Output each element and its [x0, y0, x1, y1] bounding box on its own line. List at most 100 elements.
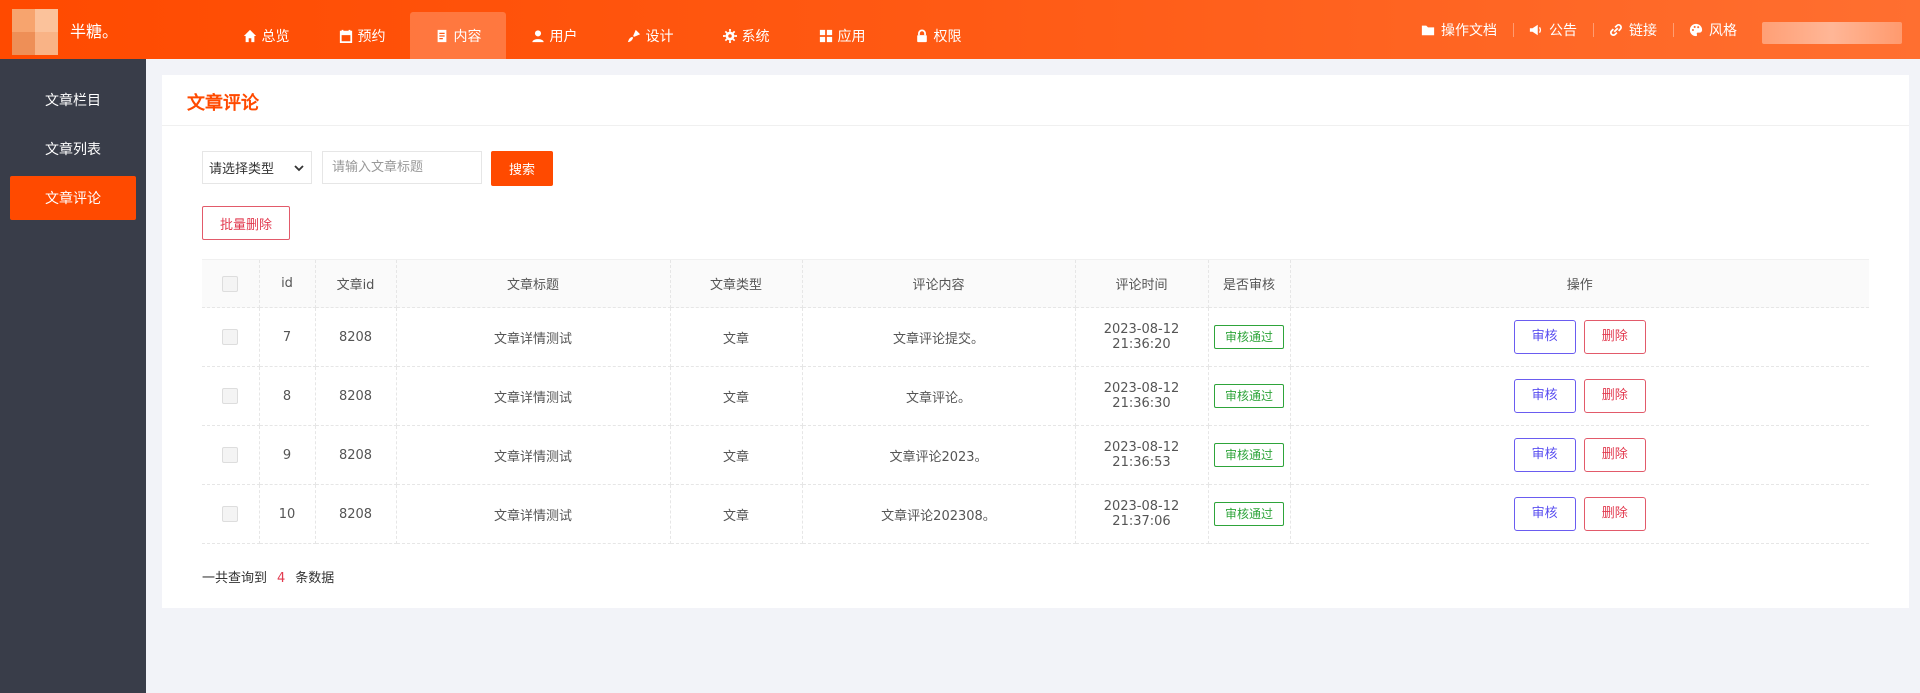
sidebar-item-label: 文章列表: [45, 142, 101, 158]
cell-content: 文章评论提交。: [802, 307, 1076, 367]
nav-item-content[interactable]: 内容: [410, 12, 506, 59]
announcement-label: 公告: [1549, 22, 1577, 39]
status-badge: 审核通过: [1213, 325, 1284, 349]
search-button[interactable]: 搜索: [491, 151, 553, 186]
sidebar-item-article-list[interactable]: 文章列表: [10, 127, 136, 171]
status-badge: 审核通过: [1213, 502, 1284, 526]
nav-label: 设计: [645, 28, 674, 45]
row-select-cell: [202, 307, 260, 367]
delete-button[interactable]: 删除: [1583, 320, 1646, 354]
style-link[interactable]: 风格: [1673, 20, 1753, 40]
delete-button[interactable]: 删除: [1583, 379, 1646, 413]
nav-item-booking[interactable]: 预约: [314, 12, 410, 59]
column-header: 文章标题: [396, 259, 671, 308]
select-all-cell: [202, 259, 260, 308]
table-header-row: id 文章id 文章标题 文章类型 评论内容 评论时间 是否审核 操作: [202, 259, 1869, 308]
calendar-icon: [339, 29, 352, 43]
docs-label: 操作文档: [1441, 22, 1497, 39]
lock-icon: [916, 29, 927, 42]
type-select[interactable]: 请选择类型: [202, 151, 312, 184]
links-link[interactable]: 链接: [1593, 20, 1673, 40]
cell-id: 10: [259, 484, 316, 544]
sidebar-item-label: 文章评论: [45, 191, 101, 207]
nav-label: 权限: [933, 28, 962, 45]
cell-actions: 审核 删除: [1290, 307, 1869, 367]
cell-title: 文章详情测试: [396, 366, 671, 426]
nav-item-user[interactable]: 用户: [506, 12, 602, 59]
batch-delete-button[interactable]: 批量删除: [202, 206, 290, 240]
cell-content: 文章评论2023。: [802, 425, 1076, 485]
home-icon: [243, 29, 256, 42]
comments-table: id 文章id 文章标题 文章类型 评论内容 评论时间 是否审核 操作 7 82…: [202, 259, 1869, 544]
review-button[interactable]: 审核: [1513, 438, 1576, 472]
column-header: 文章类型: [670, 259, 803, 308]
sidebar-item-article-comments[interactable]: 文章评论: [10, 176, 136, 220]
cell-time: 2023-08-12 21:36:53: [1075, 425, 1209, 485]
table-row: 9 8208 文章详情测试 文章 文章评论2023。 2023-08-12 21…: [202, 425, 1869, 485]
cell-status: 审核通过: [1208, 484, 1291, 544]
cell-status: 审核通过: [1208, 307, 1291, 367]
review-button[interactable]: 审核: [1513, 379, 1576, 413]
nav-item-overview[interactable]: 总览: [218, 12, 314, 59]
cell-status: 审核通过: [1208, 425, 1291, 485]
cell-type: 文章: [670, 366, 803, 426]
nav-label: 应用: [837, 28, 866, 45]
cell-title: 文章详情测试: [396, 484, 671, 544]
type-select-value: 请选择类型: [209, 162, 275, 177]
cell-id: 8: [259, 366, 316, 426]
review-button[interactable]: 审核: [1513, 497, 1576, 531]
cell-content: 文章评论202308。: [802, 484, 1076, 544]
brand-name: 半糖。: [70, 22, 119, 41]
column-header: 操作: [1290, 259, 1869, 308]
sidebar-item-article-columns[interactable]: 文章栏目: [10, 78, 136, 122]
document-icon: [437, 29, 446, 42]
sidebar: 文章栏目 文章列表 文章评论: [0, 59, 146, 693]
top-bar: 半糖。 总览 预约 内容 用户 设计 系统 应用 权限 操作文档 公告 链接 风…: [0, 0, 1920, 59]
row-checkbox[interactable]: [222, 506, 239, 522]
announcement-link[interactable]: 公告: [1513, 20, 1593, 40]
cell-title: 文章详情测试: [396, 425, 671, 485]
docs-link[interactable]: 操作文档: [1405, 20, 1513, 40]
column-header: 文章id: [315, 259, 397, 308]
cell-actions: 审核 删除: [1290, 425, 1869, 485]
search-input[interactable]: [322, 151, 482, 184]
cell-article-id: 8208: [315, 484, 397, 544]
logo[interactable]: [12, 9, 58, 55]
megaphone-icon: [1529, 24, 1542, 35]
gear-icon: [722, 28, 737, 43]
row-checkbox[interactable]: [222, 329, 239, 345]
user-icon: [531, 29, 544, 42]
row-checkbox[interactable]: [222, 447, 239, 463]
cell-article-id: 8208: [315, 366, 397, 426]
nav-label: 总览: [261, 28, 290, 45]
nav-item-system[interactable]: 系统: [698, 12, 794, 59]
column-header: 评论时间: [1075, 259, 1209, 308]
cell-type: 文章: [670, 484, 803, 544]
link-icon: [1610, 23, 1622, 36]
nav-item-design[interactable]: 设计: [602, 12, 698, 59]
table-row: 8 8208 文章详情测试 文章 文章评论。 2023-08-12 21:36:…: [202, 366, 1869, 426]
status-badge: 审核通过: [1213, 384, 1284, 408]
column-header: id: [259, 259, 316, 308]
nav-item-permissions[interactable]: 权限: [890, 12, 986, 59]
nav-label: 用户: [549, 28, 578, 45]
content-panel: 文章评论 请选择类型 搜索 批量删除 id 文章id 文章标题 文章类型 评论内…: [162, 75, 1909, 608]
delete-button[interactable]: 删除: [1583, 438, 1646, 472]
main-nav: 总览 预约 内容 用户 设计 系统 应用 权限: [218, 12, 986, 59]
cell-type: 文章: [670, 425, 803, 485]
nav-item-apps[interactable]: 应用: [794, 12, 890, 59]
cell-article-id: 8208: [315, 425, 397, 485]
result-count-number: 4: [277, 571, 286, 586]
review-button[interactable]: 审核: [1513, 320, 1576, 354]
user-account[interactable]: [1762, 22, 1902, 44]
table-row: 10 8208 文章详情测试 文章 文章评论202308。 2023-08-12…: [202, 484, 1869, 544]
table-row: 7 8208 文章详情测试 文章 文章评论提交。 2023-08-12 21:3…: [202, 307, 1869, 367]
delete-button[interactable]: 删除: [1583, 497, 1646, 531]
cell-type: 文章: [670, 307, 803, 367]
nav-label: 预约: [357, 28, 386, 45]
nav-label: 内容: [453, 28, 482, 45]
row-checkbox[interactable]: [222, 388, 239, 404]
grid-icon: [819, 29, 832, 42]
row-select-cell: [202, 484, 260, 544]
select-all-checkbox[interactable]: [222, 275, 239, 292]
